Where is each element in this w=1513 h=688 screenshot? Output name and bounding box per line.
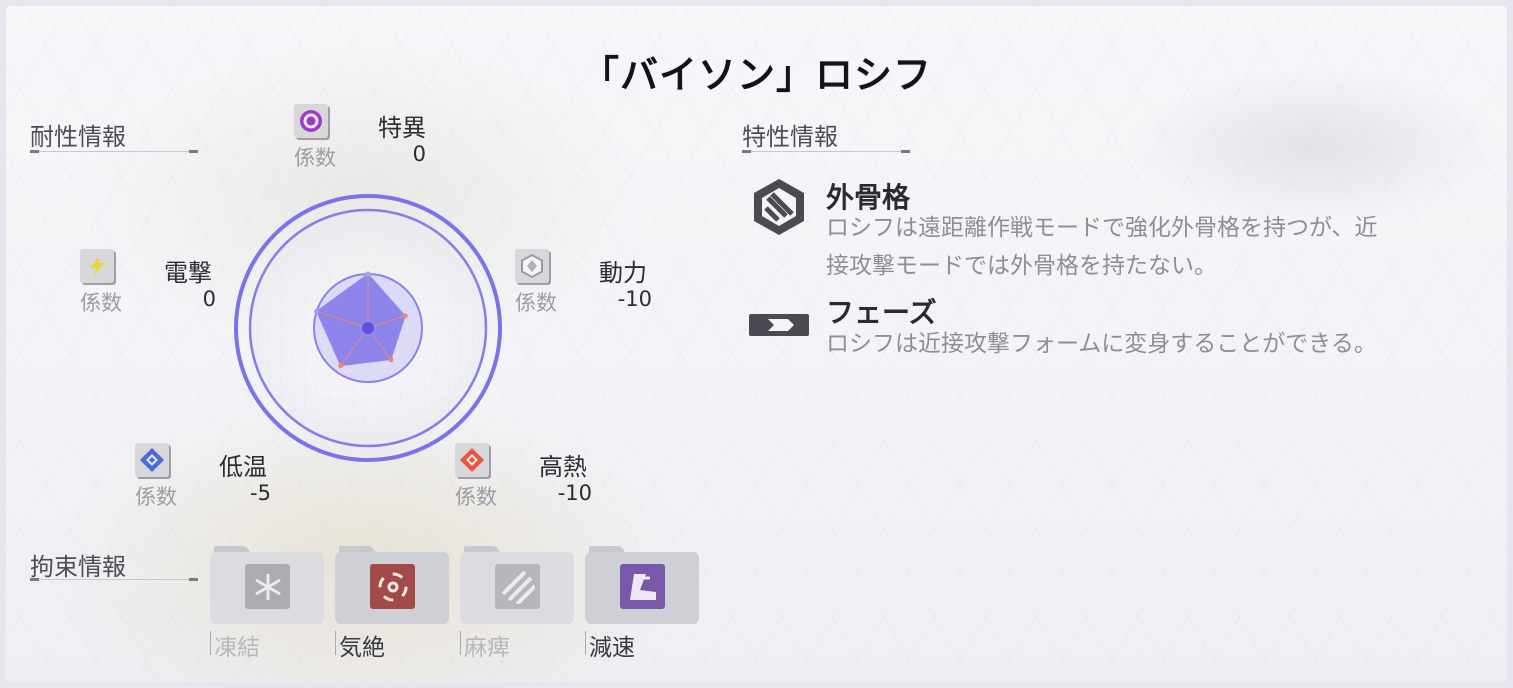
- resistance-name: 電撃: [164, 259, 212, 287]
- coefficient-label: 係数: [455, 485, 497, 509]
- trait-description: ロシフは遠距離作戦モードで強化外骨格を持つが、近: [826, 215, 1378, 241]
- restraint-slow[interactable]: [585, 546, 699, 624]
- physical-hex-icon: [515, 249, 549, 283]
- coefficient-label: 係数: [80, 291, 122, 315]
- resistance-name: 高熱: [539, 453, 587, 481]
- paralysis-stripes-icon: [495, 564, 540, 609]
- radar-center-dot: [362, 322, 374, 334]
- restraint-heading: 拘束情報: [30, 553, 126, 581]
- restraint-label: 気絶: [335, 628, 385, 662]
- radar-point-electric: [314, 308, 320, 314]
- radar-point-cold: [338, 363, 344, 369]
- lightning-icon: [80, 249, 114, 283]
- coefficient-label: 係数: [135, 485, 177, 509]
- slow-boot-icon: [620, 564, 665, 609]
- phase-arrow-icon: [748, 312, 810, 338]
- traits-heading-rule: [742, 150, 910, 153]
- resistance-physical[interactable]: 動力 係数 -10: [515, 249, 675, 329]
- enemy-title: 「バイソン」ロシフ: [580, 53, 932, 97]
- restraint-paralysis[interactable]: [460, 546, 574, 624]
- resistance-value: -5: [250, 481, 271, 505]
- restraint-stun[interactable]: [335, 546, 449, 624]
- trait-description: 接攻撃モードでは外骨格を持たない。: [826, 253, 1217, 279]
- resistance-heading-rule: [30, 150, 198, 153]
- freeze-snowflake-icon: [245, 564, 290, 609]
- restraint-label: 減速: [585, 628, 635, 662]
- resistance-name: 特異: [378, 114, 426, 142]
- resistance-electric[interactable]: 電撃 係数 0: [80, 249, 240, 329]
- radar-point-heat: [388, 357, 394, 363]
- trait-description: ロシフは近接攻撃フォームに変身することができる。: [826, 331, 1377, 357]
- resistance-value: -10: [557, 481, 592, 505]
- resistance-value: -10: [617, 287, 652, 311]
- radar-point-physical: [402, 313, 408, 319]
- restraint-heading-rule: [30, 578, 198, 581]
- coefficient-label: 係数: [294, 146, 336, 170]
- resistance-value: 0: [412, 142, 426, 166]
- ice-diamond-icon: [135, 443, 169, 477]
- traits-heading: 特性情報: [742, 123, 838, 151]
- restraint-label: 凍結: [210, 628, 260, 662]
- resistance-value: 0: [202, 287, 216, 311]
- anomaly-target-icon: [294, 104, 328, 138]
- radar-point-anomaly: [365, 271, 371, 277]
- restraint-label: 麻痺: [460, 628, 510, 662]
- resistance-name: 動力: [599, 259, 647, 287]
- coefficient-label: 係数: [515, 291, 557, 315]
- resistance-anomaly[interactable]: 特異 係数 0: [294, 104, 454, 184]
- resistance-heading: 耐性情報: [30, 123, 126, 151]
- exoskeleton-shield-icon: [748, 176, 810, 238]
- restraint-freeze[interactable]: [210, 546, 324, 624]
- resistance-radar-chart: [234, 194, 502, 462]
- stun-spiral-icon: [370, 564, 415, 609]
